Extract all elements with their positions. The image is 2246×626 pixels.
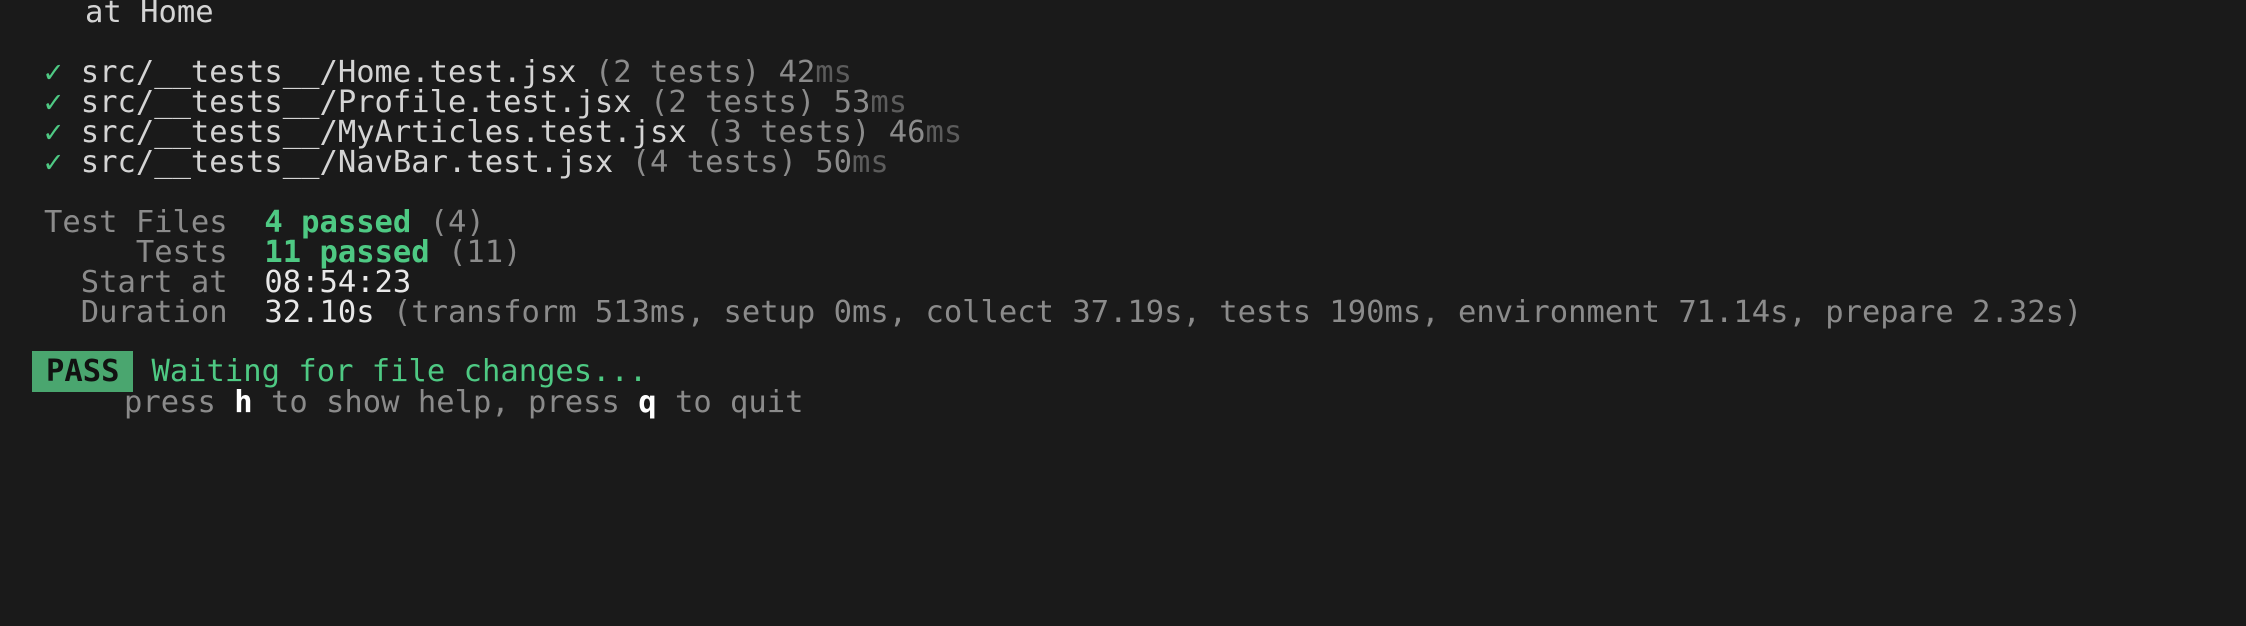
summary-duration-detail: (transform 513ms, setup 0ms, collect 37.…: [392, 295, 2083, 330]
trace-name: Home: [140, 0, 214, 30]
test-time-unit: ms: [852, 145, 889, 180]
hint-press-text: press: [124, 385, 216, 420]
test-time: 46: [888, 115, 926, 150]
test-time: 50: [815, 145, 853, 180]
trace-line: at Home: [85, 0, 214, 34]
test-file-path: src/__tests__/NavBar.test.jsx: [80, 145, 614, 180]
check-icon: ✓: [44, 145, 63, 180]
test-count: (4 tests): [631, 145, 797, 180]
hint-quit-text: to quit: [674, 385, 804, 420]
test-time-unit: ms: [925, 115, 963, 150]
summary-total: (11): [448, 235, 522, 270]
quit-key: q: [638, 385, 657, 420]
trace-prefix: at: [85, 0, 122, 30]
summary-duration: Duration 32.10s (transform 513ms, setup …: [44, 291, 2083, 334]
hint-line: press h to show help, press q to quit: [124, 381, 804, 424]
help-key: h: [234, 385, 253, 420]
pass-badge: PASS: [32, 351, 134, 392]
terminal-window: at Home ✓ src/__tests__/Home.test.jsx (2…: [0, 0, 2246, 626]
summary-duration-value: 32.10s: [264, 295, 375, 330]
summary-label: Duration: [80, 295, 228, 330]
result-row: ✓ src/__tests__/NavBar.test.jsx (4 tests…: [44, 141, 889, 184]
hint-help-text: to show help, press: [270, 385, 620, 420]
